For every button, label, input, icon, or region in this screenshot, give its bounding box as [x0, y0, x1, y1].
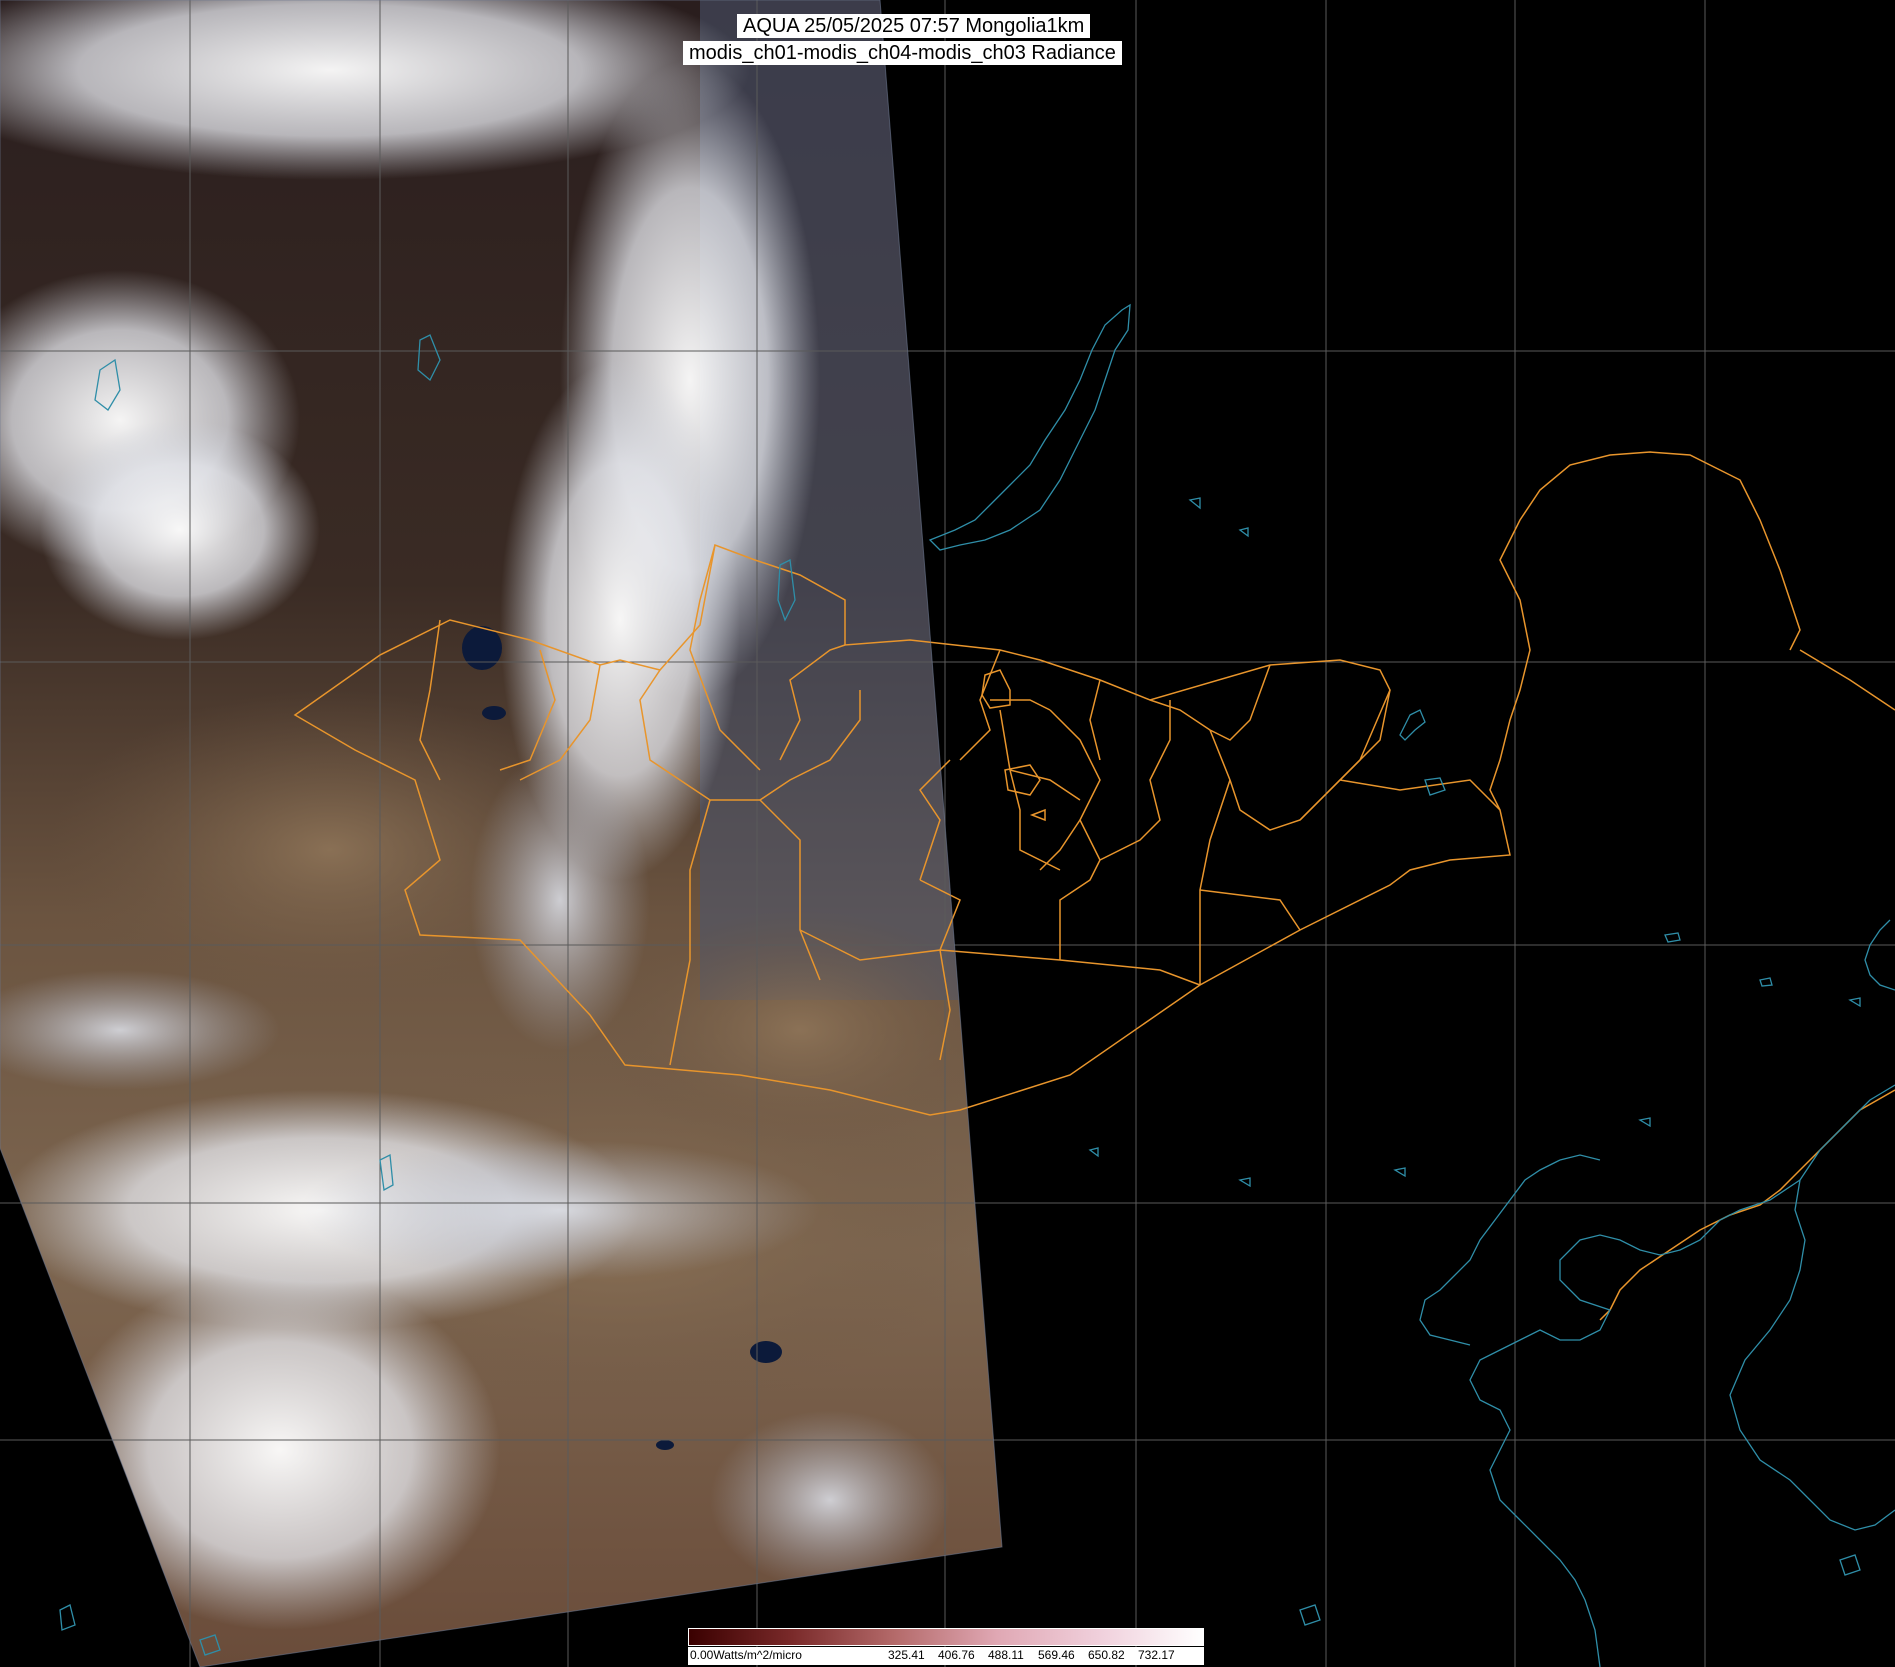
- colorbar-label: 569.46: [1038, 1648, 1075, 1662]
- map-canvas: [0, 0, 1895, 1667]
- colorbar-legend: 0.00Watts/m^2/micro 325.41 406.76 488.11…: [688, 1628, 1204, 1666]
- colorbar-label: 325.41: [888, 1648, 925, 1662]
- image-subtitle: modis_ch01-modis_ch04-modis_ch03 Radianc…: [683, 41, 1122, 65]
- colorbar-label-max: 732.17: [1138, 1648, 1175, 1662]
- china-coast: [1469, 1179, 1801, 1667]
- colorbar-label: 650.82: [1088, 1648, 1125, 1662]
- colorbar-label-min: 0.00Watts/m^2/micro: [690, 1648, 802, 1662]
- image-title: AQUA 25/05/2025 07:57 Mongolia1km: [737, 14, 1091, 38]
- colorbar-labels: 0.00Watts/m^2/micro 325.41 406.76 488.11…: [688, 1647, 1204, 1665]
- colorbar-ramp: [688, 1628, 1204, 1646]
- lake-baikal: [928, 303, 1131, 551]
- satellite-map-viewer: AQUA 25/05/2025 07:57 Mongolia1km modis_…: [0, 0, 1895, 1667]
- korea-coast: [1729, 1084, 1895, 1531]
- colorbar-label: 406.76: [938, 1648, 975, 1662]
- satellite-swath: [0, 0, 1002, 1667]
- colorbar-label: 488.11: [988, 1648, 1024, 1662]
